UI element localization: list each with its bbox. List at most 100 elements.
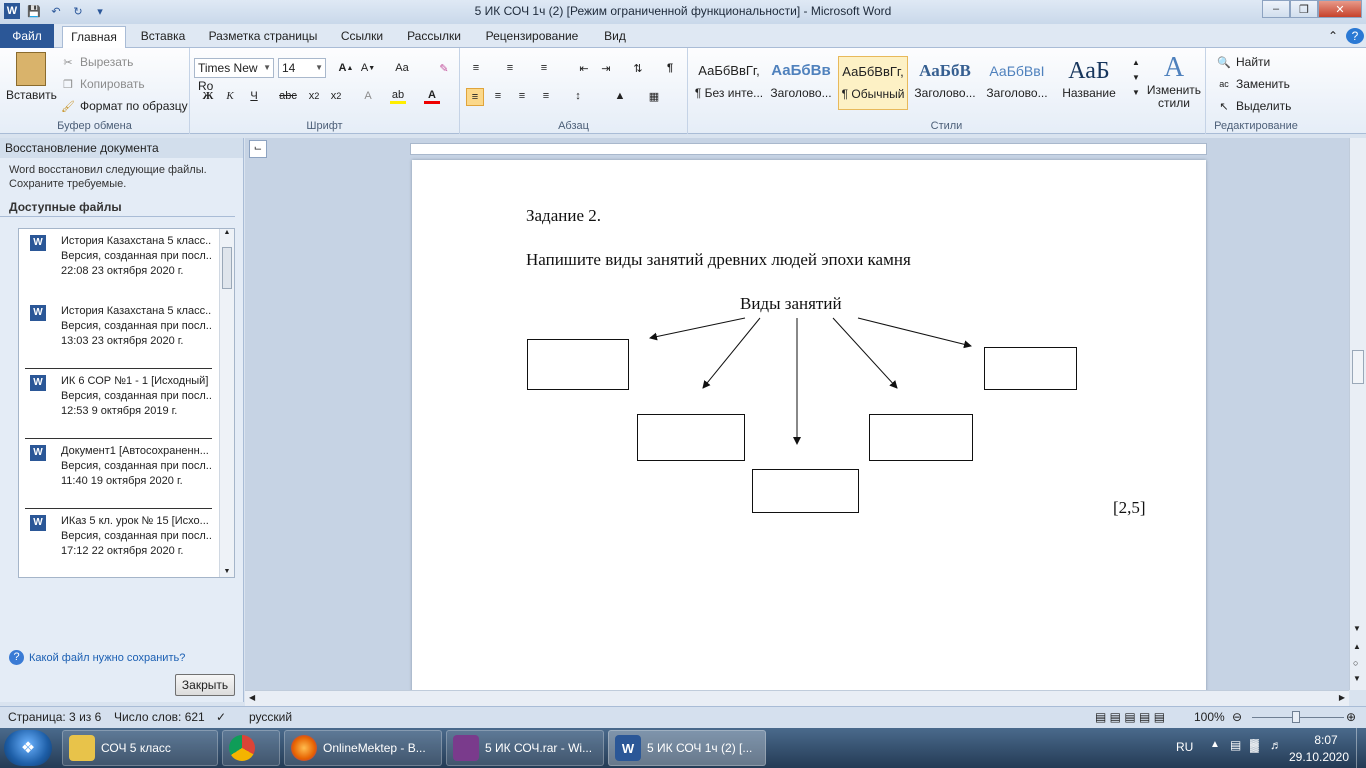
styles-scroll[interactable]: ▲ ▼ ▼ — [1128, 58, 1144, 97]
tab-review[interactable]: Рецензирование — [478, 26, 586, 48]
style-title[interactable]: АаБ Название — [1054, 56, 1124, 110]
horizontal-scrollbar[interactable]: ◀ ▶ — [245, 690, 1349, 706]
font-name-combo[interactable]: Times New Ro ▼ — [194, 58, 274, 93]
signal-icon[interactable]: ▓ — [1250, 738, 1259, 752]
word-count[interactable]: Число слов: 621 — [114, 710, 205, 724]
cut-button[interactable]: ✂ Вырезать — [60, 54, 133, 70]
maximize-icon[interactable]: ❐ — [1290, 0, 1318, 18]
subscript-button[interactable]: x2 — [306, 88, 322, 104]
underline-button[interactable]: Ч — [246, 88, 262, 104]
tab-selector-icon[interactable]: ⌙ — [249, 140, 267, 158]
language-indicator[interactable]: RU — [1176, 740, 1193, 754]
scroll-thumb[interactable] — [1352, 350, 1364, 384]
style-heading-1[interactable]: АаБбВв Заголово... — [766, 56, 836, 110]
close-icon[interactable]: ✕ — [1318, 0, 1362, 18]
decrease-indent-button[interactable]: ⇤ — [576, 60, 592, 76]
align-center-button[interactable]: ≡ — [490, 88, 506, 104]
taskbar-item-firefox[interactable]: OnlineMektep - В... — [284, 730, 442, 766]
change-styles-button[interactable]: A Изменить стили — [1144, 52, 1204, 110]
next-page-icon[interactable]: ▼ — [1353, 674, 1361, 683]
style-no-spacing[interactable]: АаБбВвГг, ¶ Без инте... — [694, 56, 764, 110]
taskbar-item-word[interactable]: W 5 ИК СОЧ 1ч (2) [... — [608, 730, 766, 766]
copy-button[interactable]: ❐ Копировать — [60, 76, 145, 92]
font-size-combo[interactable]: 14 ▼ — [278, 58, 326, 78]
start-button[interactable]: ❖ — [4, 730, 52, 766]
text-effects-button[interactable]: A — [360, 88, 376, 104]
align-right-button[interactable]: ≡ — [514, 88, 530, 104]
proofing-icon[interactable]: ✓ — [216, 710, 226, 724]
font-color-button[interactable]: A — [424, 88, 440, 104]
highlight-button[interactable]: ab — [390, 88, 406, 104]
volume-icon[interactable]: ♬ — [1270, 738, 1282, 752]
scroll-up-icon[interactable]: ▲ — [220, 229, 234, 236]
italic-button[interactable]: К — [222, 88, 238, 104]
recovery-file-item[interactable]: W История Казахстана 5 класс... Версия, … — [25, 299, 212, 369]
select-button[interactable]: ↖ Выделить — [1216, 98, 1291, 114]
taskbar-item-folder[interactable]: СОЧ 5 класс — [62, 730, 218, 766]
scroll-thumb[interactable] — [222, 247, 232, 289]
document-page[interactable]: Задание 2. Напишите виды занятий древних… — [412, 160, 1206, 690]
format-painter-button[interactable]: 🖌 Формат по образцу — [60, 98, 188, 114]
align-left-button[interactable]: ≡ — [466, 88, 484, 106]
tray-expand-icon[interactable]: ▲ — [1210, 739, 1220, 750]
show-desktop-button[interactable] — [1356, 728, 1366, 768]
ribbon-minimize-icon[interactable]: ⌃ — [1324, 26, 1342, 48]
tab-view[interactable]: Вид — [594, 26, 636, 48]
paste-button[interactable]: Вставить — [6, 52, 57, 102]
tab-references[interactable]: Ссылки — [334, 26, 390, 48]
bullets-button[interactable]: ≡ — [468, 60, 484, 76]
answer-box-1[interactable] — [527, 339, 629, 390]
clear-formatting-button[interactable]: ✎ — [436, 60, 452, 76]
network-icon[interactable]: ▤ — [1230, 738, 1241, 752]
taskbar-item-winrar[interactable]: 5 ИК СОЧ.rar - Wi... — [446, 730, 604, 766]
bold-button[interactable]: Ж — [200, 88, 216, 104]
help-link[interactable]: ? Какой файл нужно сохранить? — [9, 650, 185, 665]
browse-object-icon[interactable]: ○ — [1353, 658, 1358, 668]
tab-page-layout[interactable]: Разметка страницы — [200, 26, 326, 48]
answer-box-5[interactable] — [752, 469, 859, 513]
answer-box-3[interactable] — [637, 414, 745, 461]
scroll-right-icon[interactable]: ▶ — [1339, 693, 1345, 702]
vertical-scrollbar[interactable]: ▼ ▲ ○ ▼ — [1349, 138, 1366, 690]
show-marks-button[interactable]: ¶ — [662, 60, 678, 76]
recovery-file-item[interactable]: W История Казахстана 5 класс... Версия, … — [25, 229, 212, 299]
language-indicator[interactable]: русский — [249, 710, 292, 724]
zoom-level[interactable]: 100% — [1194, 710, 1225, 724]
tab-home[interactable]: Главная — [62, 26, 126, 48]
taskbar-item-chrome[interactable] — [222, 730, 280, 766]
zoom-out-icon[interactable]: ⊖ — [1232, 710, 1242, 724]
tab-insert[interactable]: Вставка — [134, 26, 192, 48]
minimize-icon[interactable]: – — [1262, 0, 1290, 18]
sort-button[interactable]: ⇅ — [630, 60, 646, 76]
find-button[interactable]: 🔍 Найти — [1216, 54, 1270, 70]
borders-button[interactable]: ▦ — [646, 88, 662, 104]
numbering-button[interactable]: ≡ — [502, 60, 518, 76]
recovery-file-item[interactable]: W ИКаз 5 кл. урок № 15 [Исхо... Версия, … — [25, 509, 212, 577]
recovery-file-item[interactable]: W Документ1 [Автосохраненн... Версия, со… — [25, 439, 212, 509]
grow-font-button[interactable]: A ▲ — [338, 60, 354, 76]
scroll-down-icon[interactable]: ▼ — [1353, 624, 1361, 633]
shading-button[interactable]: ▲ — [612, 88, 628, 104]
zoom-slider-thumb[interactable] — [1292, 711, 1300, 723]
tab-mailings[interactable]: Рассылки — [398, 26, 470, 48]
shrink-font-button[interactable]: A ▼ — [360, 60, 376, 76]
zoom-in-icon[interactable]: ⊕ — [1346, 710, 1356, 724]
tab-file[interactable]: Файл — [0, 24, 54, 48]
change-case-button[interactable]: Aa — [394, 60, 410, 76]
style-heading-2[interactable]: АаБбВ Заголово... — [910, 56, 980, 110]
prev-page-icon[interactable]: ▲ — [1353, 642, 1361, 651]
style-heading-3[interactable]: АаБбВвI Заголово... — [982, 56, 1052, 110]
style-normal[interactable]: АаБбВвГг, ¶ Обычный — [838, 56, 908, 110]
horizontal-ruler[interactable] — [410, 143, 1207, 155]
clock-time[interactable]: 8:07 — [1304, 733, 1348, 747]
recovery-list-scrollbar[interactable]: ▲ ▼ — [219, 229, 234, 577]
justify-button[interactable]: ≡ — [538, 88, 554, 104]
scroll-left-icon[interactable]: ◀ — [249, 693, 255, 702]
line-spacing-button[interactable]: ↕ — [570, 88, 586, 104]
page-indicator[interactable]: Страница: 3 из 6 — [8, 710, 101, 724]
scroll-down-icon[interactable]: ▼ — [220, 568, 234, 575]
answer-box-4[interactable] — [869, 414, 973, 461]
increase-indent-button[interactable]: ⇥ — [598, 60, 614, 76]
close-recovery-button[interactable]: Закрыть — [175, 674, 235, 696]
answer-box-2[interactable] — [984, 347, 1077, 390]
